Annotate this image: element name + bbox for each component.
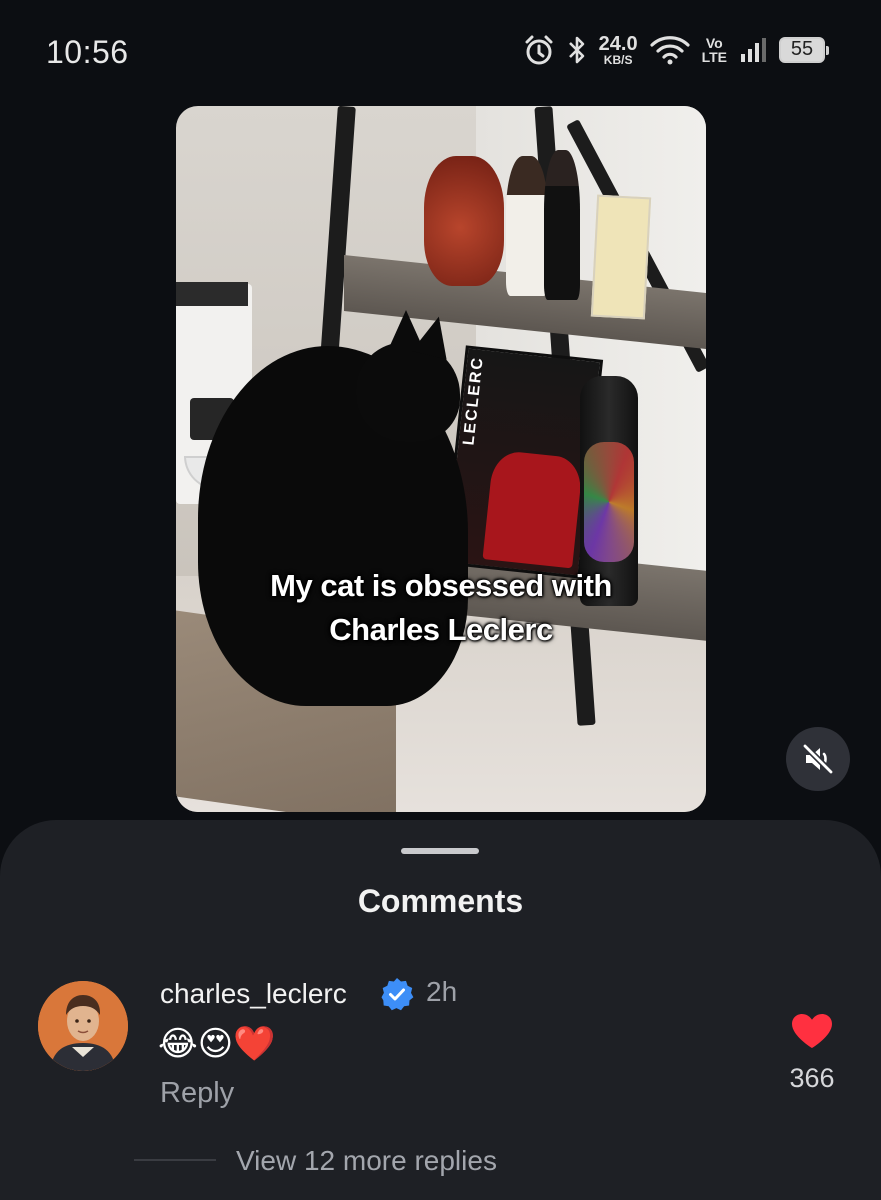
status-bar: 10:56 24.0 KB/S Vo LTE 55 — [0, 0, 881, 100]
net-speed: 24.0 KB/S — [599, 34, 638, 66]
video-caption-line2: Charles Leclerc — [329, 612, 553, 647]
comment-text: 😂😍❤️ — [158, 1025, 276, 1063]
comment-username[interactable]: charles_leclerc — [160, 978, 347, 1010]
video-scene-card — [590, 194, 652, 320]
video-player[interactable]: LECLERC My cat is obsessed with Charles … — [176, 106, 706, 812]
net-speed-unit: KB/S — [603, 53, 633, 67]
video-scene-bottle-art — [584, 442, 634, 562]
video-scene-figurine — [544, 150, 580, 300]
avatar-image — [38, 981, 128, 1071]
sheet-drag-handle[interactable] — [401, 848, 479, 854]
signal-icon — [741, 38, 766, 62]
poster-text: LECLERC — [460, 355, 487, 447]
video-scene-vase — [424, 156, 504, 286]
comments-title: Comments — [357, 883, 524, 919]
like-count: 366 — [789, 1063, 835, 1093]
battery-icon: 55 — [779, 37, 829, 63]
video-scene-figurine — [506, 156, 548, 296]
video-scene-poster-figure — [482, 449, 584, 569]
comments-sheet — [0, 820, 881, 1200]
avatar[interactable] — [38, 981, 128, 1071]
mute-button[interactable] — [786, 727, 850, 791]
net-speed-value: 24.0 — [598, 33, 638, 55]
reply-button[interactable]: Reply — [160, 1077, 234, 1110]
alarm-icon — [525, 35, 553, 65]
wifi-icon — [649, 36, 690, 65]
bluetooth-icon — [568, 36, 584, 64]
volte-top: Vo — [705, 35, 723, 51]
video-caption: My cat is obsessed with Charles Leclerc — [176, 564, 706, 652]
video-scene-cat-ear — [411, 312, 457, 360]
volte-indicator: Vo LTE — [702, 36, 727, 64]
view-more-replies-button[interactable]: View 12 more replies — [236, 1145, 497, 1177]
verified-badge-icon — [381, 978, 414, 1011]
status-time: 10:56 — [46, 34, 129, 70]
video-scene-feeder-top — [176, 282, 248, 306]
volte-bottom: LTE — [701, 49, 727, 65]
replies-divider — [134, 1159, 216, 1161]
heart-icon[interactable] — [790, 1012, 834, 1050]
status-icons: 24.0 KB/S Vo LTE 55 — [523, 34, 829, 66]
battery-level: 55 — [790, 38, 814, 60]
comment-time: 2h — [426, 976, 458, 1007]
video-caption-line1: My cat is obsessed with — [270, 568, 612, 603]
volume-mute-icon — [802, 743, 834, 775]
